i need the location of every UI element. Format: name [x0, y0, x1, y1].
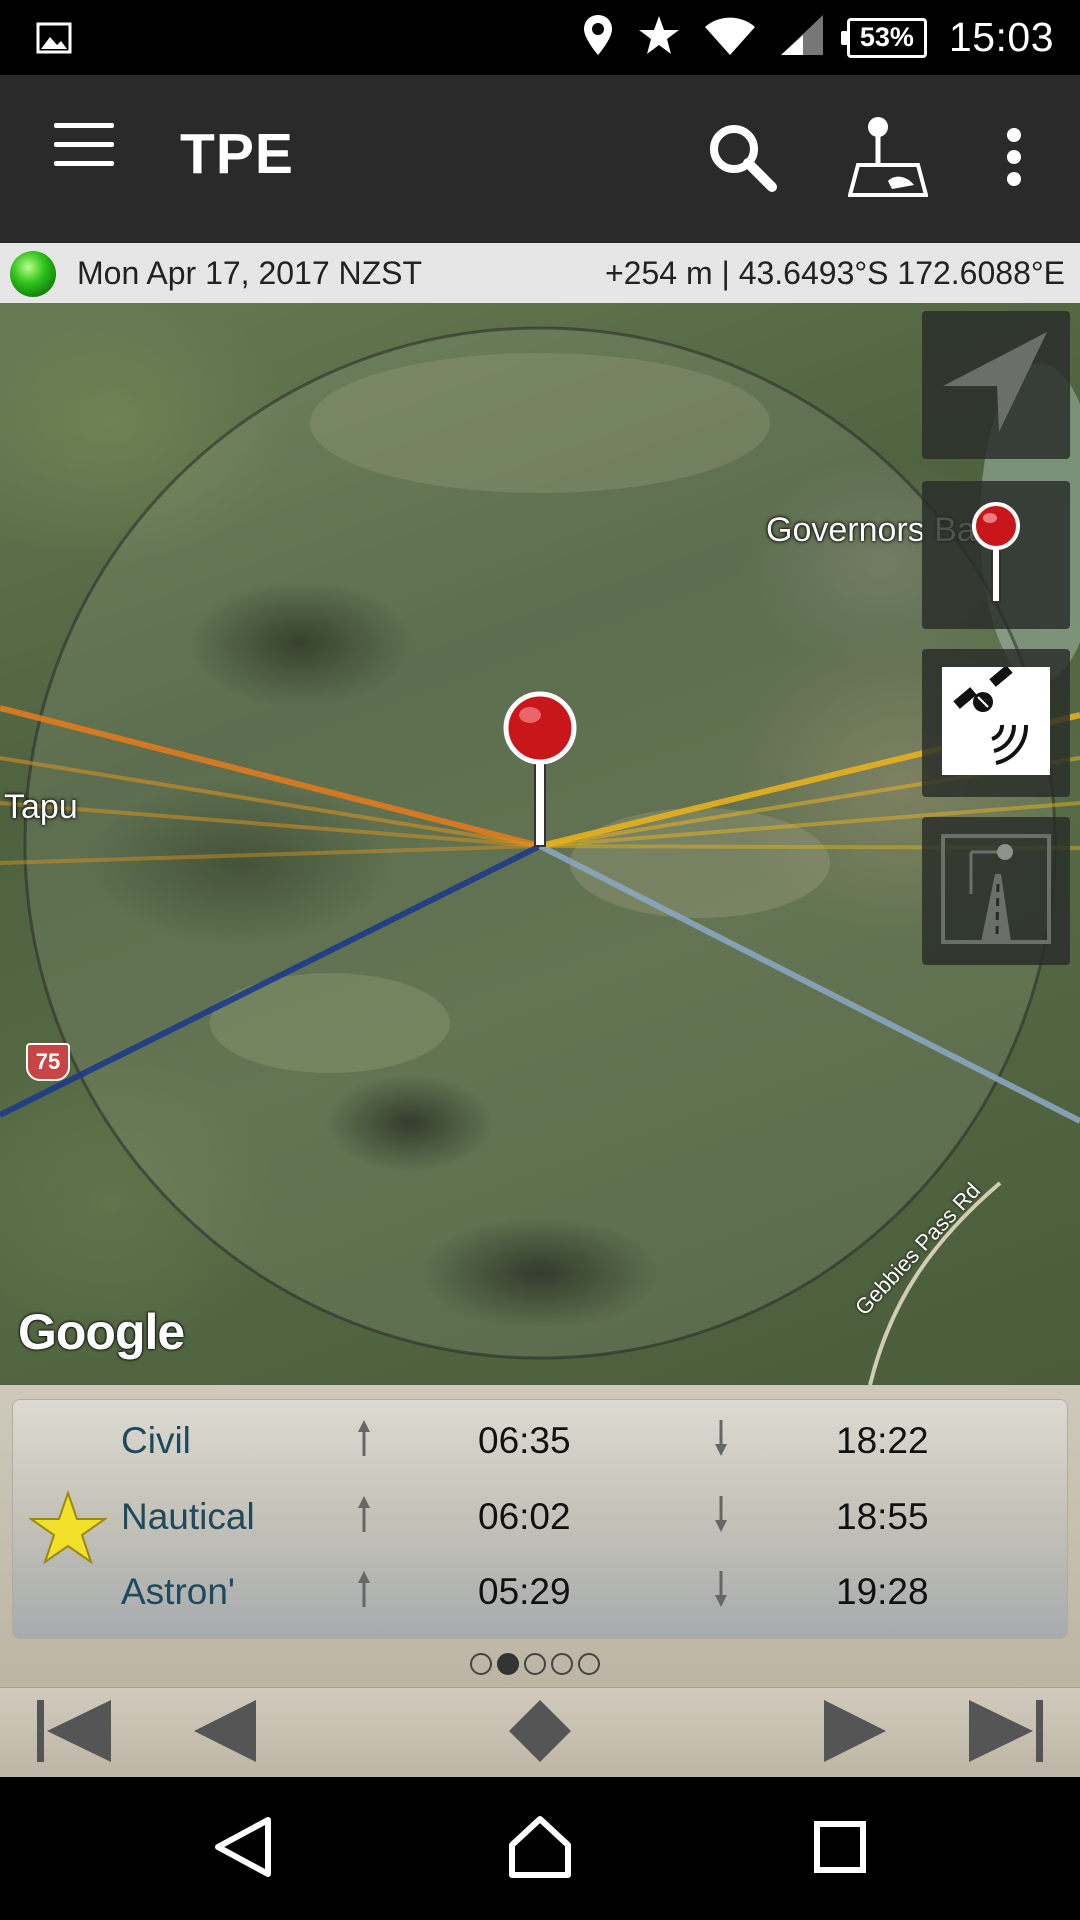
battery-percent: 53%: [859, 22, 914, 52]
rise-arrow-icon: [349, 1494, 379, 1534]
twilight-label: Astron': [121, 1571, 235, 1612]
set-arrow-icon: [706, 1418, 736, 1458]
page-dot-active[interactable]: [497, 1653, 519, 1675]
home-button[interactable]: [495, 1807, 585, 1891]
step-forward-icon: [820, 1698, 890, 1769]
back-icon: [212, 1816, 272, 1883]
signal-icon: [779, 13, 825, 62]
wifi-icon: [703, 13, 757, 62]
skip-to-start-icon: [33, 1698, 113, 1769]
location-readout[interactable]: +254 m | 43.6493°S 172.6088°E: [605, 255, 1065, 292]
now-diamond-icon: [507, 1698, 573, 1769]
google-logo: Google: [18, 1304, 185, 1360]
location-pin-icon: [581, 13, 615, 62]
map-type-button[interactable]: [922, 649, 1070, 797]
rise-arrow-icon: [349, 1569, 379, 1609]
now-button[interactable]: [495, 1698, 585, 1768]
map-overlay: [0, 326, 1080, 1385]
page-indicator: [470, 1653, 600, 1675]
system-navigation-bar: [0, 1777, 1080, 1920]
twilight-row-nautical: Nautical 06:02 18:55: [13, 1482, 1067, 1557]
step-forward-button[interactable]: [810, 1698, 900, 1768]
street-view-button[interactable]: [922, 817, 1070, 965]
battery-icon: 53%: [840, 17, 927, 58]
skip-to-start-button[interactable]: [28, 1698, 118, 1768]
twilight-label: Civil: [121, 1420, 191, 1461]
status-bar: 53% 15:03: [0, 0, 1080, 75]
page-dot[interactable]: [470, 1653, 492, 1675]
step-back-button[interactable]: [180, 1698, 270, 1768]
app-bar: TPE: [0, 75, 1080, 243]
set-time: 18:22: [836, 1420, 929, 1461]
page-dot[interactable]: [551, 1653, 573, 1675]
page-dot[interactable]: [578, 1653, 600, 1675]
back-button[interactable]: [197, 1807, 287, 1891]
search-icon[interactable]: [690, 105, 794, 209]
map-label-tapu: Tapu: [4, 788, 78, 826]
star-icon[interactable]: [27, 1489, 109, 1571]
overflow-menu-icon[interactable]: [962, 105, 1066, 209]
star-icon: [637, 14, 681, 61]
road-shield: 75: [26, 1043, 70, 1081]
rise-time: 05:29: [478, 1571, 571, 1612]
recents-button[interactable]: [795, 1807, 885, 1891]
rise-time: 06:02: [478, 1496, 571, 1537]
app-title: TPE: [180, 122, 294, 186]
gps-status-indicator[interactable]: [10, 251, 56, 297]
twilight-label: Nautical: [121, 1496, 255, 1537]
pin-on-map-icon[interactable]: [836, 105, 940, 209]
skip-to-end-button[interactable]: [962, 1698, 1052, 1768]
home-icon: [508, 1815, 572, 1884]
my-location-button[interactable]: [922, 311, 1070, 459]
set-arrow-icon: [706, 1569, 736, 1609]
street-view-icon: [941, 833, 1051, 949]
set-time: 18:55: [836, 1496, 929, 1537]
red-pin-icon: [966, 498, 1026, 613]
twilight-times-card[interactable]: Civil 06:35 18:22 Nautical 06:02 18:55 A…: [12, 1399, 1068, 1639]
twilight-row-astronomical: Astron' 05:29 19:28: [13, 1557, 1067, 1632]
rise-time: 06:35: [478, 1420, 571, 1461]
skip-to-end-icon: [967, 1698, 1047, 1769]
current-date[interactable]: Mon Apr 17, 2017 NZST: [77, 255, 422, 292]
step-back-icon: [190, 1698, 260, 1769]
twilight-panel-area: Civil 06:35 18:22 Nautical 06:02 18:55 A…: [0, 1385, 1080, 1687]
page-dot[interactable]: [524, 1653, 546, 1675]
hamburger-menu-icon[interactable]: [54, 123, 114, 171]
info-strip: Mon Apr 17, 2017 NZST +254 m | 43.6493°S…: [0, 243, 1080, 303]
map-view[interactable]: Governors Ba Tapu 75 Gebbies Pass Rd Goo…: [0, 303, 1080, 1385]
gallery-icon: [36, 22, 72, 59]
rise-arrow-icon: [349, 1418, 379, 1458]
satellite-layer-icon: [942, 664, 1050, 780]
set-time: 19:28: [836, 1571, 929, 1612]
twilight-row-civil: Civil 06:35 18:22: [13, 1406, 1067, 1481]
clock: 15:03: [948, 14, 1054, 60]
set-arrow-icon: [706, 1494, 736, 1534]
time-navigation-bar: [0, 1687, 1080, 1777]
my-location-arrow-icon: [941, 328, 1051, 443]
recents-icon: [813, 1820, 867, 1879]
drop-pin-button[interactable]: [922, 481, 1070, 629]
